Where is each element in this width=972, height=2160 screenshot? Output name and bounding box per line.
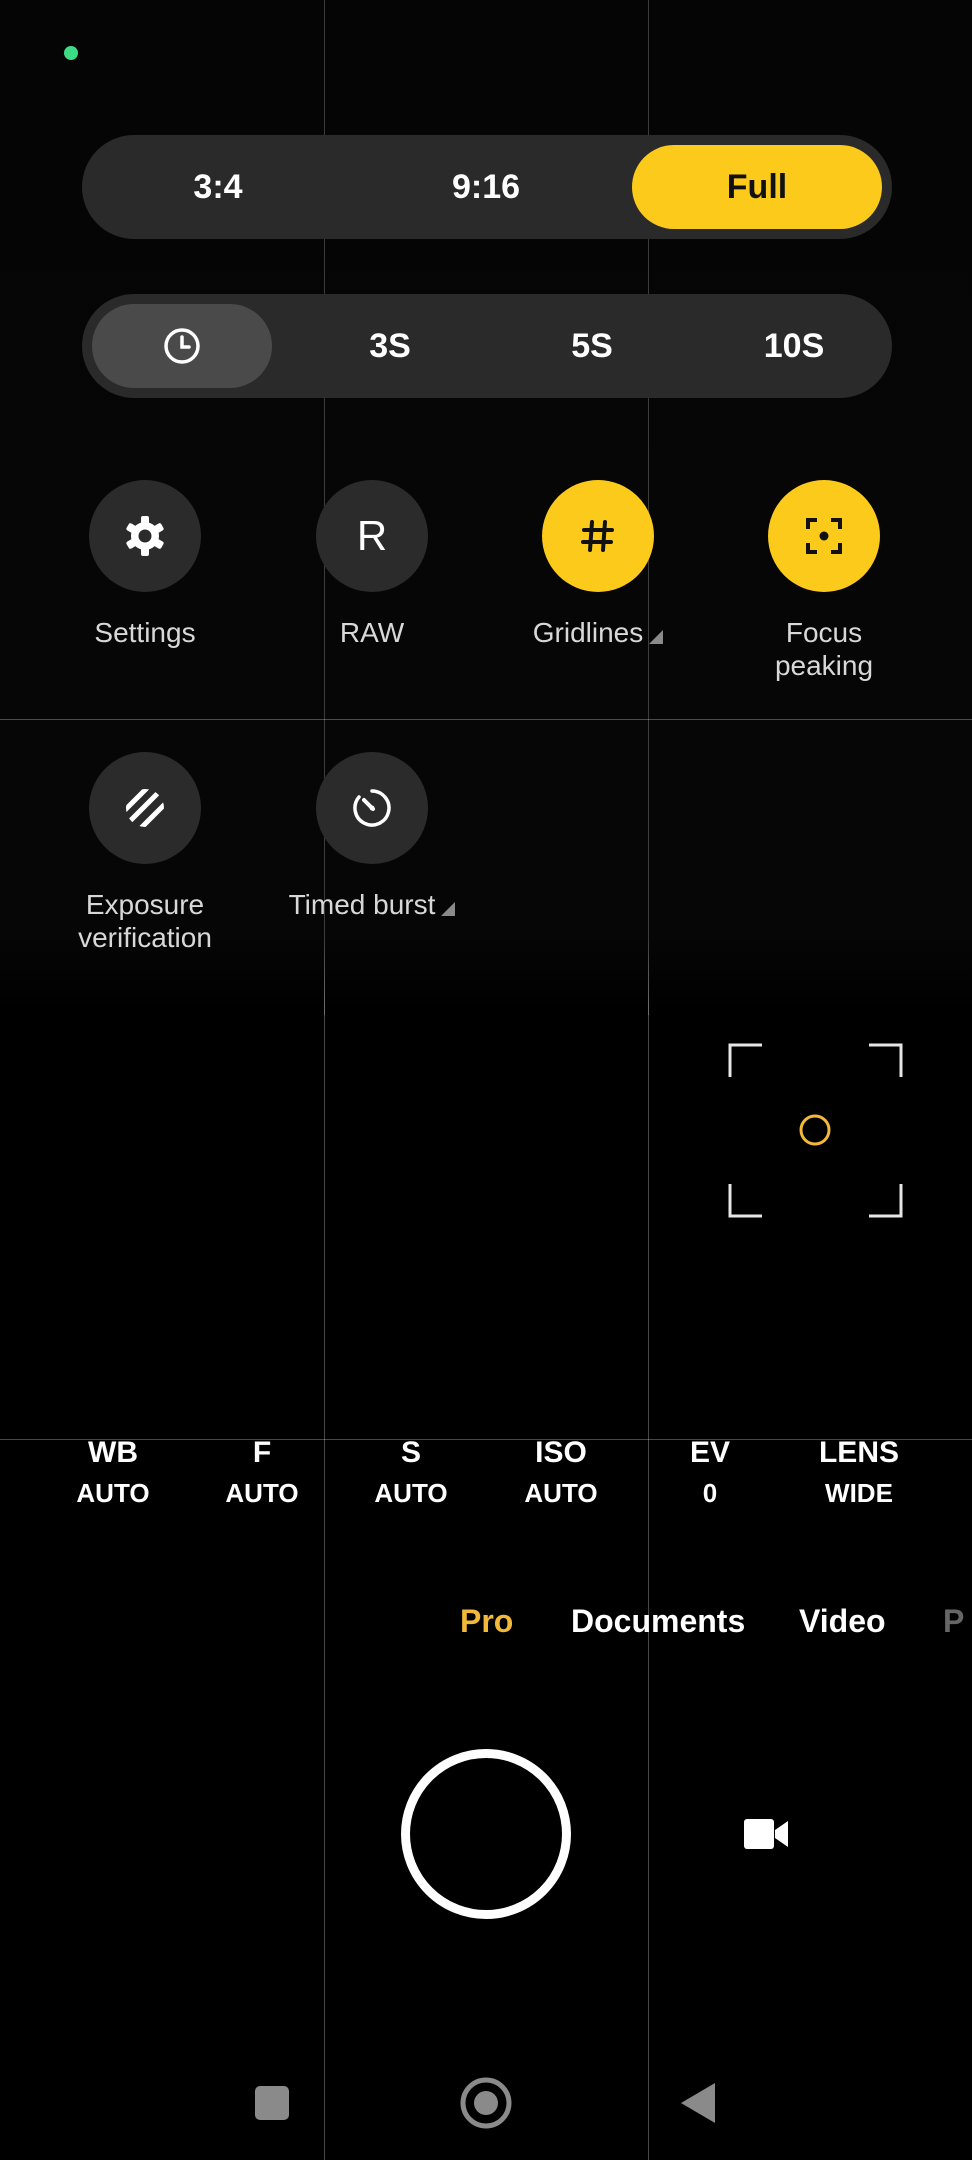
aspect-ratio-selector: 3:4 9:16 Full (82, 135, 892, 239)
shutter-button[interactable] (401, 1749, 571, 1919)
clock-icon (164, 328, 200, 364)
privacy-indicator-dot (64, 46, 78, 60)
gridlines-tile[interactable]: Gridlines (488, 480, 708, 649)
raw-tile[interactable]: R RAW (262, 480, 482, 649)
param-value: AUTO (524, 1478, 598, 1508)
zebra-stripes-icon (126, 789, 164, 827)
exposure-verification-tile[interactable]: Exposure verification (35, 752, 255, 954)
back-triangle-icon[interactable] (677, 2080, 719, 2126)
focus-peaking-label: Focus peaking (774, 617, 874, 681)
mode-video[interactable]: Video (799, 1603, 886, 1640)
param-iso[interactable]: ISO AUTO (486, 1436, 636, 1509)
param-key: WB (88, 1436, 138, 1469)
param-value: 0 (702, 1478, 718, 1508)
focus-point-icon (799, 1114, 831, 1146)
param-s[interactable]: S AUTO (336, 1436, 486, 1509)
timer-10s-option[interactable]: 10S (714, 304, 874, 388)
recent-apps-square-icon[interactable] (253, 2084, 291, 2122)
raw-label: RAW (339, 617, 405, 648)
param-value: WIDE (825, 1478, 893, 1508)
aspect-option-full[interactable]: Full (632, 145, 882, 229)
param-ev[interactable]: EV 0 (635, 1436, 785, 1509)
param-key: EV (689, 1436, 731, 1469)
param-key: LENS (818, 1436, 899, 1469)
video-camera-icon[interactable] (742, 1816, 790, 1852)
param-value: AUTO (225, 1478, 299, 1508)
timed-burst-label: Timed burst (288, 889, 436, 920)
gridlines-button[interactable] (542, 480, 654, 592)
grid-hash-icon (581, 520, 614, 552)
param-value: AUTO (374, 1478, 448, 1508)
settings-label: Settings (94, 617, 196, 648)
timed-burst-label-wrap: Timed burst (262, 888, 482, 921)
timer-off-option[interactable] (92, 304, 272, 388)
timer-3s-option[interactable]: 3S (310, 304, 470, 388)
param-lens[interactable]: LENS WIDE (784, 1436, 934, 1509)
settings-tile[interactable]: Settings (35, 480, 255, 649)
timed-burst-icon (353, 789, 391, 827)
panel-row-divider (0, 719, 972, 720)
focus-peaking-button[interactable] (768, 480, 880, 592)
mode-documents[interactable]: Documents (571, 1603, 745, 1640)
raw-letter-icon: R (356, 512, 388, 559)
timer-5s-option[interactable]: 5S (512, 304, 672, 388)
aspect-option-3-4[interactable]: 3:4 (92, 145, 344, 229)
mode-next-partial[interactable]: P (943, 1603, 964, 1640)
gridlines-label: Gridlines (532, 617, 644, 648)
mode-pro[interactable]: Pro (460, 1603, 513, 1640)
param-f[interactable]: F AUTO (187, 1436, 337, 1509)
submenu-arrow-icon (649, 630, 664, 644)
gear-icon (126, 516, 164, 556)
param-key: S (400, 1436, 421, 1469)
submenu-arrow-icon (441, 902, 456, 916)
gridlines-label-wrap: Gridlines (488, 616, 708, 649)
timed-burst-button[interactable] (316, 752, 428, 864)
focus-peaking-icon (806, 518, 842, 554)
aspect-option-9-16[interactable]: 9:16 (360, 145, 612, 229)
settings-button[interactable] (89, 480, 201, 592)
focus-peaking-tile[interactable]: Focus peaking (714, 480, 934, 682)
home-circle-icon[interactable] (459, 2076, 513, 2130)
timed-burst-tile[interactable]: Timed burst (262, 752, 482, 921)
param-wb[interactable]: WB AUTO (38, 1436, 188, 1509)
raw-button[interactable]: R (316, 480, 428, 592)
timer-selector: 3S 5S 10S (82, 294, 892, 398)
param-value: AUTO (76, 1478, 150, 1508)
param-key: F (252, 1436, 272, 1469)
param-key: ISO (535, 1436, 587, 1469)
exposure-verification-button[interactable] (89, 752, 201, 864)
exposure-verification-label: Exposure verification (78, 889, 212, 953)
focus-frame[interactable] (728, 1043, 903, 1218)
